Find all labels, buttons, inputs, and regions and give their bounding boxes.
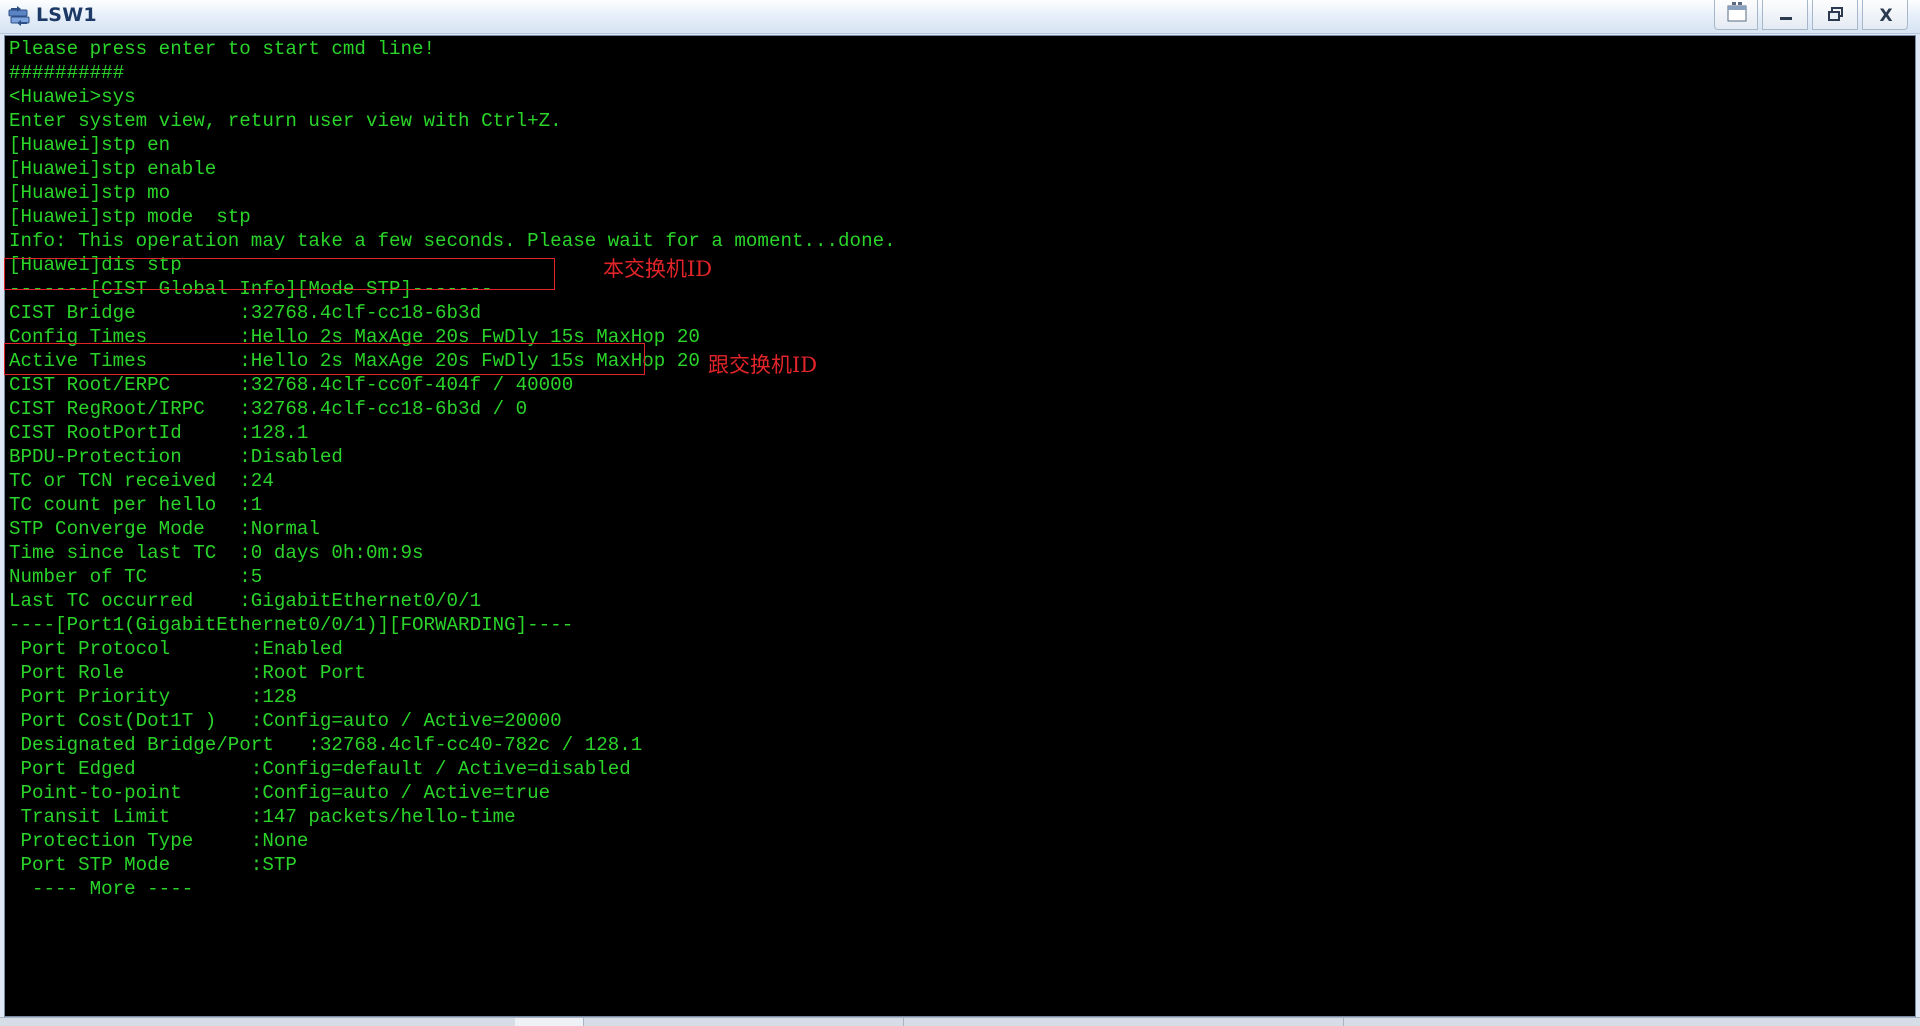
terminal-line: <Huawei>sys [9, 86, 136, 108]
terminal-line: Port Role :Root Port [9, 662, 366, 684]
title-bar[interactable]: LSW1 X [0, 0, 1920, 34]
terminal-line: Port Priority :128 [9, 686, 297, 708]
minimize-icon [1780, 17, 1792, 20]
terminal-line: CIST RootPortId :128.1 [9, 422, 309, 444]
status-segment [0, 1018, 516, 1026]
terminal-line: [Huawei]stp mo [9, 182, 171, 204]
terminal-window: LSW1 X Please press enter to start cmd l… [0, 0, 1920, 1026]
terminal-line: Transit Limit :147 packets/hello-time [9, 806, 516, 828]
terminal-line: ########## [9, 62, 125, 84]
close-button[interactable]: X [1862, 0, 1908, 30]
terminal-line: Port Cost(Dot1T ) :Config=auto / Active=… [9, 710, 562, 732]
terminal-line: STP Converge Mode :Normal [9, 518, 320, 540]
terminal-line: Protection Type :None [9, 830, 309, 852]
status-segment [903, 1018, 1344, 1026]
status-segment [515, 1018, 584, 1026]
terminal-line: Port Edged :Config=default / Active=disa… [9, 758, 631, 780]
terminal-line: Last TC occurred :GigabitEthernet0/0/1 [9, 590, 482, 612]
terminal-line: TC or TCN received :24 [9, 470, 274, 492]
terminal-line: [Huawei]stp en [9, 134, 171, 156]
restore-window-button[interactable] [1714, 0, 1758, 30]
close-label: X [1879, 6, 1892, 26]
status-bar [0, 1017, 1920, 1026]
terminal-line: ----[Port1(GigabitEthernet0/0/1)][FORWAR… [9, 614, 574, 636]
terminal-line: CIST Bridge :32768.4clf-cc18-6b3d [9, 302, 482, 324]
window-title: LSW1 [36, 4, 97, 26]
terminal-line: [Huawei]stp enable [9, 158, 217, 180]
terminal-line: Port Protocol :Enabled [9, 638, 343, 660]
terminal-line: Designated Bridge/Port :32768.4clf-cc40-… [9, 734, 643, 756]
terminal-line: Enter system view, return user view with… [9, 110, 562, 132]
maximize-icon [1828, 7, 1843, 21]
status-segment [583, 1018, 904, 1026]
terminal-line: Point-to-point :Config=auto / Active=tru… [9, 782, 551, 804]
restore-window-icon [1727, 2, 1747, 22]
terminal-line: TC count per hello :1 [9, 494, 263, 516]
maximize-button[interactable] [1812, 0, 1858, 30]
local-switch-id-note: 本交换机ID [603, 257, 713, 281]
terminal-line: Port STP Mode :STP [9, 854, 297, 876]
cist-root-highlight-box [4, 343, 645, 375]
minimize-button[interactable] [1762, 0, 1808, 30]
root-switch-id-note: 跟交换机ID [708, 353, 818, 377]
terminal-line: BPDU-Protection :Disabled [9, 446, 343, 468]
cist-bridge-highlight-box [4, 258, 555, 290]
terminal-line: CIST RegRoot/IRPC :32768.4clf-cc18-6b3d … [9, 398, 528, 420]
terminal-line: Please press enter to start cmd line! [9, 38, 436, 60]
terminal-output: Please press enter to start cmd line! ###… [9, 37, 896, 901]
terminal-line: [Huawei]stp mode stp [9, 206, 251, 228]
terminal-line: Time since last TC :0 days 0h:0m:9s [9, 542, 424, 564]
terminal-console[interactable]: Please press enter to start cmd line! ###… [4, 35, 1916, 1017]
switch-app-icon [7, 5, 31, 27]
terminal-line: Info: This operation may take a few seco… [9, 230, 896, 252]
close-icon: X [1879, 6, 1892, 26]
terminal-line: Number of TC :5 [9, 566, 263, 588]
terminal-line: ---- More ---- [9, 878, 194, 900]
